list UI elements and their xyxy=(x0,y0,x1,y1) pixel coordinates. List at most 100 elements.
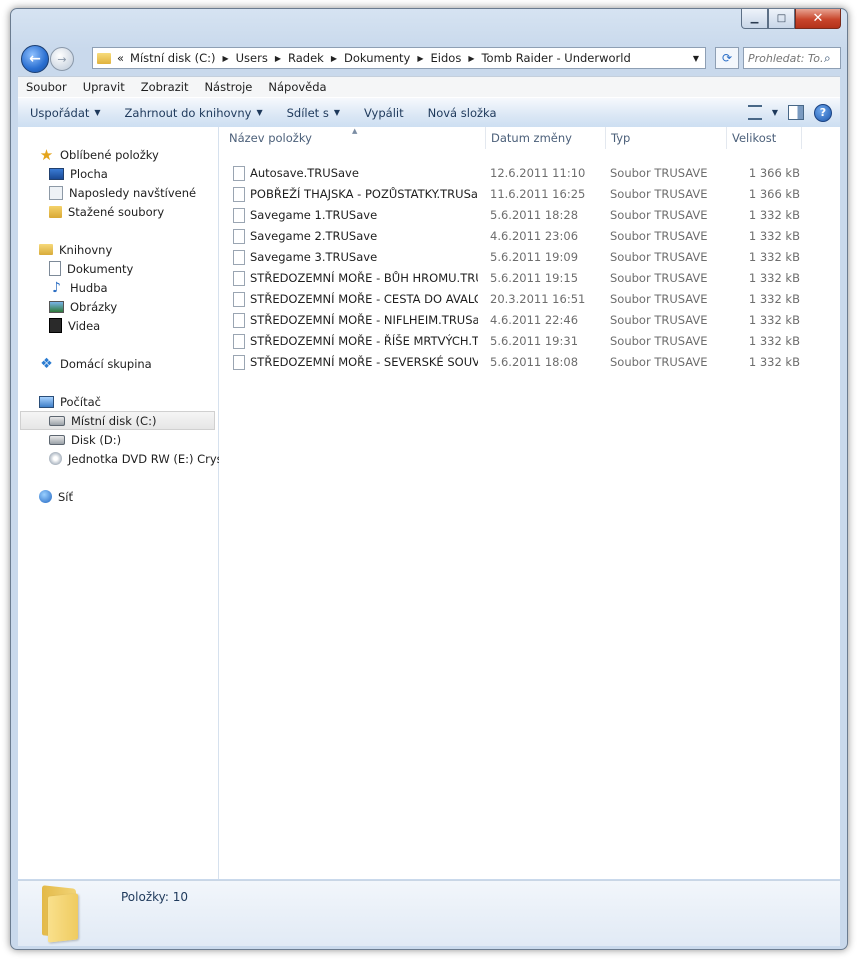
nav-network[interactable]: Síť xyxy=(18,487,218,506)
chevron-right-icon[interactable]: ▶ xyxy=(327,54,341,63)
view-dropdown-icon[interactable]: ▼ xyxy=(772,108,778,117)
menu-nastroje[interactable]: Nástroje xyxy=(196,80,260,94)
file-row[interactable]: Savegame 3.TRUSave 5.6.2011 19:09 Soubor T… xyxy=(219,247,840,268)
nav-desktop[interactable]: Plocha xyxy=(18,164,218,183)
file-icon xyxy=(233,208,245,223)
nav-dvd-drive[interactable]: Jednotka DVD RW (E:) Crysis xyxy=(18,449,232,468)
file-row[interactable]: Savegame 1.TRUSave 5.6.2011 18:28 Soubor T… xyxy=(219,205,840,226)
file-date: 5.6.2011 19:31 xyxy=(490,334,579,348)
refresh-button[interactable]: ⟳ xyxy=(715,47,739,69)
menu-bar: Soubor Upravit Zobrazit Nástroje Nápověd… xyxy=(18,76,840,97)
nav-homegroup[interactable]: ❖ Domácí skupina xyxy=(18,354,218,373)
address-bar[interactable]: « Místní disk (C:) ▶ Users ▶ Radek ▶ Dokume… xyxy=(92,47,706,69)
file-type: Soubor TRUSAVE xyxy=(610,208,708,222)
nav-local-disk-c[interactable]: Místní disk (C:) xyxy=(20,411,215,430)
file-icon xyxy=(233,334,245,349)
search-input[interactable] xyxy=(744,50,824,66)
change-view-icon[interactable] xyxy=(747,105,762,120)
nav-recent-places[interactable]: Naposledy navštívené xyxy=(18,183,218,202)
file-name: Savegame 1.TRUSave xyxy=(250,208,378,222)
organize-button[interactable]: Uspořádat ▼ xyxy=(18,106,113,120)
search-icon[interactable]: ⌕ xyxy=(824,51,831,66)
back-button[interactable]: ← xyxy=(21,45,49,73)
file-row[interactable]: POBŘEŽÍ THAJSKA - POZŮSTATKY.TRUSave 11.6… xyxy=(219,184,840,205)
file-row[interactable]: Autosave.TRUSave 12.6.2011 11:10 Soubor TR… xyxy=(219,163,840,184)
nav-libraries[interactable]: Knihovny xyxy=(18,240,218,259)
menu-soubor[interactable]: Soubor xyxy=(18,80,75,94)
column-size[interactable]: Velikost xyxy=(727,127,802,149)
explorer-window: ▁ □ ✕ ← → « Místní disk (C:) ▶ Users ▶ Rad… xyxy=(10,8,848,950)
menu-zobrazit[interactable]: Zobrazit xyxy=(133,80,197,94)
file-row[interactable]: STŘEDOZEMNÍ MOŘE - NIFLHEIM.TRUSave 4.6.2… xyxy=(219,310,840,331)
file-type: Soubor TRUSAVE xyxy=(610,229,708,243)
navigation-pane: ★ Oblíbené položky Plocha Naposledy navšt… xyxy=(18,127,232,879)
breadcrumb-local-disk[interactable]: Místní disk (C:) xyxy=(127,51,218,65)
file-date: 11.6.2011 16:25 xyxy=(490,187,586,201)
file-type: Soubor TRUSAVE xyxy=(610,187,708,201)
new-folder-button[interactable]: Nová složka xyxy=(416,106,509,120)
items-count: Položky: 10 xyxy=(121,890,189,904)
computer-icon xyxy=(39,395,54,408)
file-row[interactable]: STŘEDOZEMNÍ MOŘE - ŘÍŠE MRTVÝCH.TRU... 5.… xyxy=(219,331,840,352)
nav-videos[interactable]: Videa xyxy=(18,316,218,335)
column-headers: ▲ Název položky Datum změny Typ Velikost xyxy=(219,127,840,149)
file-row[interactable]: STŘEDOZEMNÍ MOŘE - SEVERSKÉ SOUVISL... 5.… xyxy=(219,352,840,373)
dropdown-arrow-icon: ▼ xyxy=(333,108,340,117)
file-date: 5.6.2011 19:09 xyxy=(490,250,579,264)
breadcrumb-tomb-raider[interactable]: Tomb Raider - Underworld xyxy=(478,51,633,65)
column-name[interactable]: Název položky xyxy=(224,127,486,149)
file-icon xyxy=(233,313,245,328)
chevron-right-icon[interactable]: ▶ xyxy=(218,54,232,63)
file-name: POBŘEŽÍ THAJSKA - POZŮSTATKY.TRUSave xyxy=(250,187,478,201)
computer-group: Počítač Místní disk (C:) Disk (D:) Jedno… xyxy=(18,392,232,468)
nav-pictures[interactable]: Obrázky xyxy=(18,297,218,316)
file-date: 20.3.2011 16:51 xyxy=(490,292,586,306)
file-icon xyxy=(233,250,245,265)
dvd-drive-icon xyxy=(49,452,62,465)
file-date: 12.6.2011 11:10 xyxy=(490,166,586,180)
preview-pane-icon[interactable] xyxy=(788,105,804,120)
menu-upravit[interactable]: Upravit xyxy=(75,80,133,94)
minimize-button[interactable]: ▁ xyxy=(741,9,768,29)
chevron-right-icon[interactable]: ▶ xyxy=(464,54,478,63)
nav-downloads[interactable]: Stažené soubory xyxy=(18,202,218,221)
help-icon[interactable]: ? xyxy=(814,103,832,122)
nav-favorites[interactable]: ★ Oblíbené položky xyxy=(18,145,218,164)
file-size: 1 332 kB xyxy=(748,292,800,306)
nav-label: Disk (D:) xyxy=(71,432,122,447)
nav-computer[interactable]: Počítač xyxy=(18,392,218,411)
menu-napoveda[interactable]: Nápověda xyxy=(260,80,334,94)
breadcrumb-eidos[interactable]: Eidos xyxy=(428,51,465,65)
file-date: 4.6.2011 22:46 xyxy=(490,313,579,327)
search-box[interactable]: ⌕ xyxy=(743,47,841,69)
breadcrumb-users[interactable]: Users xyxy=(233,51,271,65)
address-history-dropdown[interactable]: ▼ xyxy=(687,54,705,63)
drive-icon xyxy=(49,434,65,445)
include-in-library-button[interactable]: Zahrnout do knihovny ▼ xyxy=(113,106,275,120)
chevron-right-icon[interactable]: ▶ xyxy=(271,54,285,63)
breadcrumb-radek[interactable]: Radek xyxy=(285,51,327,65)
file-row[interactable]: STŘEDOZEMNÍ MOŘE - BŮH HROMU.TRUS... 5.6.… xyxy=(219,268,840,289)
burn-button[interactable]: Vypálit xyxy=(352,106,416,120)
close-button[interactable]: ✕ xyxy=(795,9,841,29)
nav-label: Dokumenty xyxy=(67,261,134,276)
nav-documents[interactable]: Dokumenty xyxy=(18,259,218,278)
maximize-button[interactable]: □ xyxy=(768,9,795,29)
homegroup-group: ❖ Domácí skupina xyxy=(18,354,218,373)
breadcrumb-dokumenty[interactable]: Dokumenty xyxy=(341,51,413,65)
file-icon xyxy=(233,166,245,181)
nav-label: Jednotka DVD RW (E:) Crysis xyxy=(68,451,232,466)
file-row[interactable]: STŘEDOZEMNÍ MOŘE - CESTA DO AVALON... 20.… xyxy=(219,289,840,310)
address-overflow[interactable]: « xyxy=(114,51,127,65)
nav-label: Stažené soubory xyxy=(68,204,165,219)
column-type[interactable]: Typ xyxy=(606,127,727,149)
column-date[interactable]: Datum změny xyxy=(486,127,606,149)
share-with-button[interactable]: Sdílet s ▼ xyxy=(275,106,352,120)
nav-music[interactable]: ♪ Hudba xyxy=(18,278,218,297)
chevron-right-icon[interactable]: ▶ xyxy=(413,54,427,63)
forward-button[interactable]: → xyxy=(50,47,74,71)
libraries-icon xyxy=(39,244,53,255)
file-icon xyxy=(233,355,245,370)
file-row[interactable]: Savegame 2.TRUSave 4.6.2011 23:06 Soubor T… xyxy=(219,226,840,247)
nav-disk-d[interactable]: Disk (D:) xyxy=(18,430,218,449)
